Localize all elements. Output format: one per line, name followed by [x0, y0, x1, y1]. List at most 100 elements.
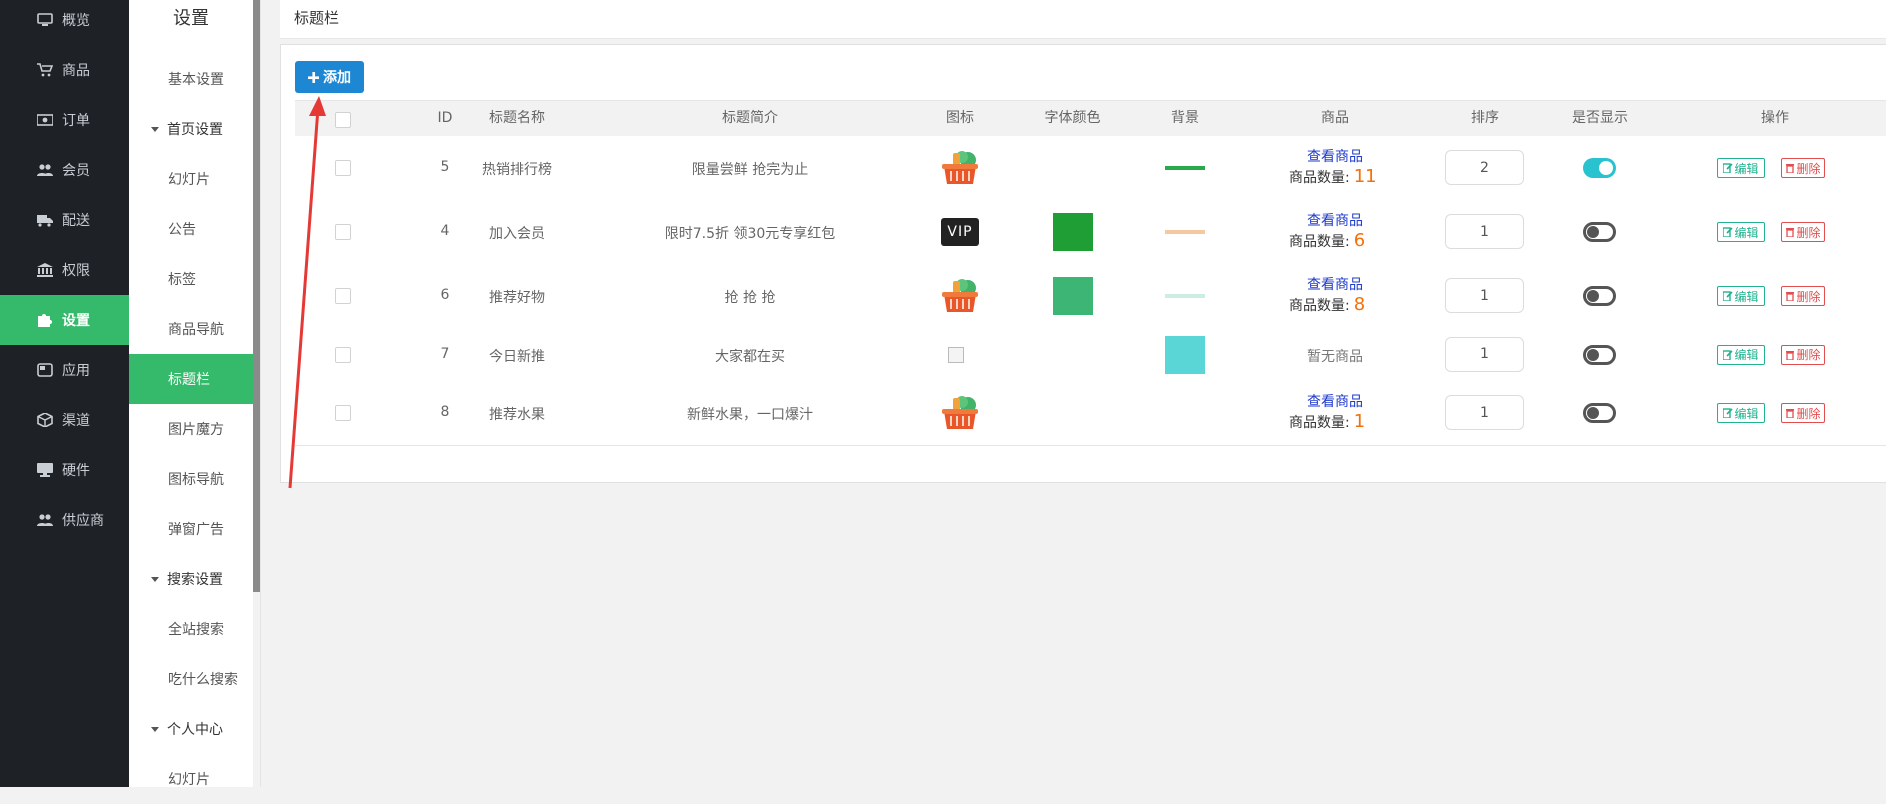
row-checkbox[interactable] — [335, 405, 351, 421]
row-id: 8 — [440, 404, 450, 420]
view-goods-link[interactable]: 查看商品 — [1295, 146, 1375, 166]
edit-icon — [1723, 408, 1734, 418]
sidebar-item-label: 应用 — [62, 363, 90, 379]
display-toggle[interactable] — [1583, 403, 1616, 423]
sidebar-item-3[interactable]: 会员 — [0, 145, 129, 195]
subnav-item-label: 标题栏 — [168, 372, 210, 388]
display-toggle[interactable] — [1583, 286, 1616, 306]
row-checkbox[interactable] — [335, 346, 351, 363]
edit-button[interactable]: 编辑 — [1717, 286, 1765, 306]
background-swatch — [1165, 166, 1205, 170]
sidebar-item-8[interactable]: 渠道 — [0, 395, 129, 445]
sidebar-item-0[interactable]: 概览 — [0, 0, 129, 45]
breadcrumb: 标题栏 — [294, 9, 340, 27]
sidebar-scrollbar[interactable] — [253, 0, 260, 592]
subnav-group-10[interactable]: 搜索设置 — [129, 554, 253, 604]
bank-icon — [36, 263, 54, 277]
column-header-5: 背景 — [1171, 110, 1199, 126]
sidebar-item-9[interactable]: 硬件 — [0, 445, 129, 495]
sort-input[interactable]: 1 — [1445, 214, 1524, 249]
edit-button-label: 编辑 — [1734, 406, 1759, 421]
caret-down-icon — [151, 126, 159, 132]
edit-button[interactable]: 编辑 — [1717, 403, 1765, 423]
row-title-desc: 新鲜水果，一口爆汁 — [687, 407, 813, 423]
background-swatch — [1165, 230, 1205, 234]
subnav-item-7[interactable]: 图片魔方 — [129, 404, 253, 454]
delete-button[interactable]: 删除 — [1781, 403, 1825, 423]
select-all-checkbox[interactable] — [335, 112, 351, 128]
view-goods-link[interactable]: 查看商品 — [1295, 274, 1375, 294]
delete-button[interactable]: 删除 — [1781, 222, 1825, 242]
edit-button[interactable]: 编辑 — [1717, 344, 1765, 365]
sidebar-item-6[interactable]: 设置 — [0, 295, 129, 345]
subnav-item-12[interactable]: 吃什么搜索 — [129, 654, 253, 704]
delete-button[interactable]: 删除 — [1781, 344, 1825, 365]
row-checkbox[interactable] — [335, 224, 351, 240]
row-id: 5 — [440, 159, 450, 175]
subnav-group-13[interactable]: 个人中心 — [129, 704, 253, 754]
goods-count: 商品数量: 6 — [1289, 230, 1365, 251]
sidebar-item-7[interactable]: 应用 — [0, 345, 129, 395]
subnav-item-2[interactable]: 幻灯片 — [129, 154, 253, 204]
sort-input[interactable]: 1 — [1445, 278, 1524, 313]
plus-icon — [308, 71, 319, 83]
view-goods-link[interactable]: 查看商品 — [1295, 210, 1375, 230]
row-checkbox[interactable] — [335, 160, 351, 176]
broken-image-icon — [948, 346, 964, 363]
subnav-item-6[interactable]: 标题栏 — [129, 354, 253, 404]
goods-count: 商品数量: 11 — [1289, 166, 1377, 187]
display-toggle[interactable] — [1583, 344, 1616, 365]
edit-button[interactable]: 编辑 — [1717, 158, 1765, 178]
goods-count-value: 6 — [1353, 230, 1366, 251]
no-goods-text: 暂无商品 — [1307, 348, 1363, 365]
column-header-2: 标题简介 — [722, 110, 778, 126]
column-header-8: 是否显示 — [1572, 110, 1628, 126]
trash-icon — [1786, 409, 1795, 418]
subnav-item-5[interactable]: 商品导航 — [129, 304, 253, 354]
sidebar-item-2[interactable]: 订单 — [0, 95, 129, 145]
subnav-item-label: 基本设置 — [168, 72, 224, 88]
sidebar-item-5[interactable]: 权限 — [0, 245, 129, 295]
delete-button-label: 删除 — [1796, 406, 1821, 421]
edit-button-label: 编辑 — [1734, 289, 1759, 304]
subnav-item-4[interactable]: 标签 — [129, 254, 253, 304]
sidebar-item-4[interactable]: 配送 — [0, 195, 129, 245]
row-checkbox[interactable] — [335, 288, 351, 304]
subnav-item-9[interactable]: 弹窗广告 — [129, 504, 253, 554]
sort-input[interactable]: 2 — [1445, 150, 1524, 185]
display-toggle[interactable] — [1583, 158, 1616, 178]
subnav-item-11[interactable]: 全站搜索 — [129, 604, 253, 654]
delete-button[interactable]: 删除 — [1781, 286, 1825, 306]
add-button[interactable]: 添加 — [295, 61, 364, 93]
delete-button[interactable]: 删除 — [1781, 158, 1825, 178]
subnav-item-8[interactable]: 图标导航 — [129, 454, 253, 504]
edit-icon — [1723, 227, 1734, 237]
trash-icon — [1786, 164, 1795, 173]
subnav-item-3[interactable]: 公告 — [129, 204, 253, 254]
subnav-item-label: 吃什么搜索 — [168, 672, 238, 688]
trash-icon — [1786, 350, 1795, 360]
background-swatch — [1165, 335, 1205, 374]
row-title-name: 今日新推 — [489, 348, 545, 365]
sidebar-item-1[interactable]: 商品 — [0, 45, 129, 95]
display-toggle[interactable] — [1583, 222, 1616, 242]
sidebar-item-label: 权限 — [62, 263, 90, 279]
subnav-item-0[interactable]: 基本设置 — [129, 54, 253, 104]
column-header-4: 字体颜色 — [1044, 110, 1101, 126]
subnav-group-1[interactable]: 首页设置 — [129, 104, 253, 154]
sidebar-item-label: 订单 — [62, 113, 90, 129]
row-id: 7 — [440, 345, 450, 362]
subnav-item-14[interactable]: 幻灯片 — [129, 754, 253, 804]
subnav-item-label: 公告 — [168, 222, 196, 238]
trash-icon — [1786, 292, 1795, 301]
goods-count: 商品数量: 1 — [1289, 411, 1365, 432]
sidebar-item-label: 配送 — [62, 213, 90, 229]
edit-button[interactable]: 编辑 — [1717, 222, 1765, 242]
sort-input[interactable]: 1 — [1445, 336, 1524, 372]
view-goods-link[interactable]: 查看商品 — [1295, 391, 1375, 411]
sort-input[interactable]: 1 — [1445, 395, 1524, 430]
app-icon — [36, 363, 54, 377]
subnav-item-label: 图片魔方 — [168, 422, 224, 438]
background-swatch — [1165, 294, 1205, 298]
sidebar-item-10[interactable]: 供应商 — [0, 495, 129, 545]
